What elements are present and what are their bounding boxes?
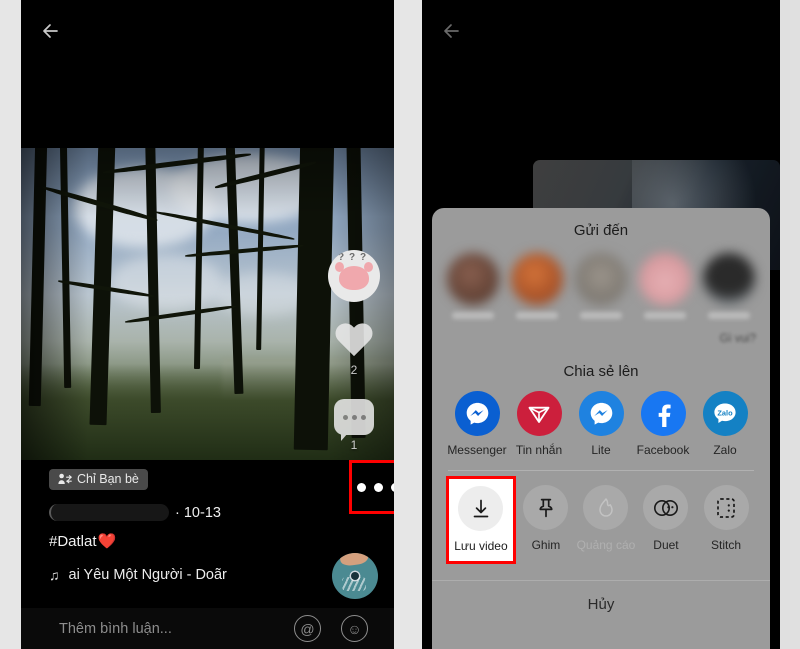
contact-item[interactable]: [572, 253, 630, 319]
mention-icon[interactable]: @: [294, 615, 321, 642]
profile-avatar[interactable]: ? ? ?: [328, 250, 380, 302]
tin-nhan-icon: [516, 391, 562, 436]
stitch-icon: [703, 485, 749, 530]
share-target-facebook[interactable]: Facebook: [632, 391, 694, 457]
contact-item[interactable]: [508, 253, 566, 319]
contact-name-blurred: [580, 312, 622, 319]
sound-title: ai Yêu Một Người - Doãr: [68, 567, 227, 583]
action-label: Lưu video: [454, 539, 508, 553]
contact-name-blurred: [516, 312, 558, 319]
share-sheet: Gửi đến Gì vui? Chia sẻ lên Messenger Ti…: [432, 208, 770, 649]
music-note-icon: ♫: [49, 567, 60, 583]
duet-icon: [643, 485, 689, 530]
action-label: Stitch: [710, 538, 741, 552]
action-promote[interactable]: Quảng cáo: [576, 485, 636, 564]
back-arrow-icon[interactable]: [438, 16, 468, 46]
contact-avatar: [511, 253, 563, 305]
share-target-tin-nhan[interactable]: Tin nhắn: [508, 391, 570, 457]
author-line[interactable]: · 10-13: [49, 504, 221, 521]
sound-row[interactable]: ♫ ai Yêu Một Người - Doãr: [49, 567, 324, 583]
share-target-label: Lite: [591, 443, 611, 457]
contact-avatar: [639, 253, 691, 305]
emoji-icon[interactable]: ☺: [341, 615, 368, 642]
pin-icon: [523, 485, 569, 530]
action-label: Ghim: [531, 538, 561, 552]
messenger-lite-icon: [578, 391, 624, 436]
sound-disc[interactable]: [332, 553, 378, 599]
privacy-badge[interactable]: Chỉ Bạn bè: [49, 469, 148, 490]
share-target-lite[interactable]: Lite: [570, 391, 632, 457]
comment-input[interactable]: Thêm bình luận...: [37, 621, 294, 637]
heart-icon: [334, 324, 374, 360]
author-name-redacted: [49, 504, 169, 521]
right-edge-margin: [780, 0, 800, 649]
post-date: · 10-13: [175, 504, 221, 521]
action-save-video[interactable]: Lưu video: [446, 476, 516, 564]
share-target-zalo[interactable]: Zalo Zalo: [694, 391, 756, 457]
contact-avatar: [447, 253, 499, 305]
highlight-box-more-options: [349, 460, 394, 514]
gi-vui-label: Gì vui?: [719, 333, 756, 345]
avatar-question-mark: ?: [360, 252, 367, 263]
action-stitch[interactable]: Stitch: [696, 485, 756, 564]
zalo-icon: Zalo: [702, 391, 748, 436]
actions-row: Lưu video Ghim Quảng cáo Duet Stitch: [432, 471, 770, 564]
flame-icon: [583, 485, 629, 530]
action-duet[interactable]: Duet: [636, 485, 696, 564]
send-to-title: Gửi đến: [573, 222, 629, 239]
share-target-label: Zalo: [713, 443, 737, 457]
comment-button[interactable]: 1: [334, 399, 374, 452]
left-phone-panel: ? ? ? 2 1 Chỉ Bạn bè · 10-13 #Datlat ❤️ …: [21, 0, 394, 649]
download-icon: [458, 486, 504, 531]
share-to-title: Chia sẻ lên: [563, 363, 639, 380]
contact-item[interactable]: [444, 253, 502, 319]
share-targets-row: Messenger Tin nhắn Lite Facebook Zalo Za…: [432, 380, 770, 457]
action-rail: ? ? ? 2 1: [328, 250, 380, 452]
like-count: 2: [350, 363, 358, 377]
avatar-question-mark: ?: [349, 252, 356, 263]
contact-name-blurred: [708, 312, 750, 319]
contact-name-blurred: [452, 312, 494, 319]
heart-emoji-icon: ❤️: [97, 533, 117, 550]
contacts-row: Gì vui?: [432, 239, 770, 345]
contact-avatar: [703, 253, 755, 305]
comment-bubble-icon: [334, 399, 374, 441]
left-topbar: [21, 0, 394, 60]
comment-bar: Thêm bình luận... @ ☺: [21, 608, 394, 649]
share-target-label: Messenger: [447, 443, 507, 457]
share-target-label: Tin nhắn: [515, 443, 563, 457]
back-arrow-icon[interactable]: [37, 16, 67, 46]
caption-text: #Datlat: [49, 532, 97, 550]
caption[interactable]: #Datlat ❤️: [49, 532, 117, 551]
share-target-messenger[interactable]: Messenger: [446, 391, 508, 457]
contact-avatar: [575, 253, 627, 305]
svg-text:Zalo: Zalo: [717, 408, 733, 417]
right-topbar: [422, 0, 780, 60]
cancel-button[interactable]: Hủy: [432, 581, 770, 613]
comment-count: 1: [350, 438, 358, 452]
privacy-badge-label: Chỉ Bạn bè: [77, 472, 139, 486]
action-label: Quảng cáo: [576, 538, 636, 552]
share-target-label: Facebook: [636, 443, 690, 457]
like-button[interactable]: 2: [334, 324, 374, 377]
contact-name-blurred: [644, 312, 686, 319]
action-label: Duet: [653, 538, 679, 552]
facebook-icon: [640, 391, 686, 436]
right-phone-panel: Gửi đến Gì vui? Chia sẻ lên Messenger Ti…: [422, 0, 780, 649]
friends-privacy-icon: [58, 473, 72, 484]
messenger-icon: [454, 391, 500, 436]
contact-item[interactable]: [636, 253, 694, 319]
contact-item[interactable]: [700, 253, 758, 319]
panel-gutter: [394, 0, 422, 649]
screenshot-stage: ? ? ? 2 1 Chỉ Bạn bè · 10-13 #Datlat ❤️ …: [0, 0, 800, 649]
action-pin[interactable]: Ghim: [516, 485, 576, 564]
